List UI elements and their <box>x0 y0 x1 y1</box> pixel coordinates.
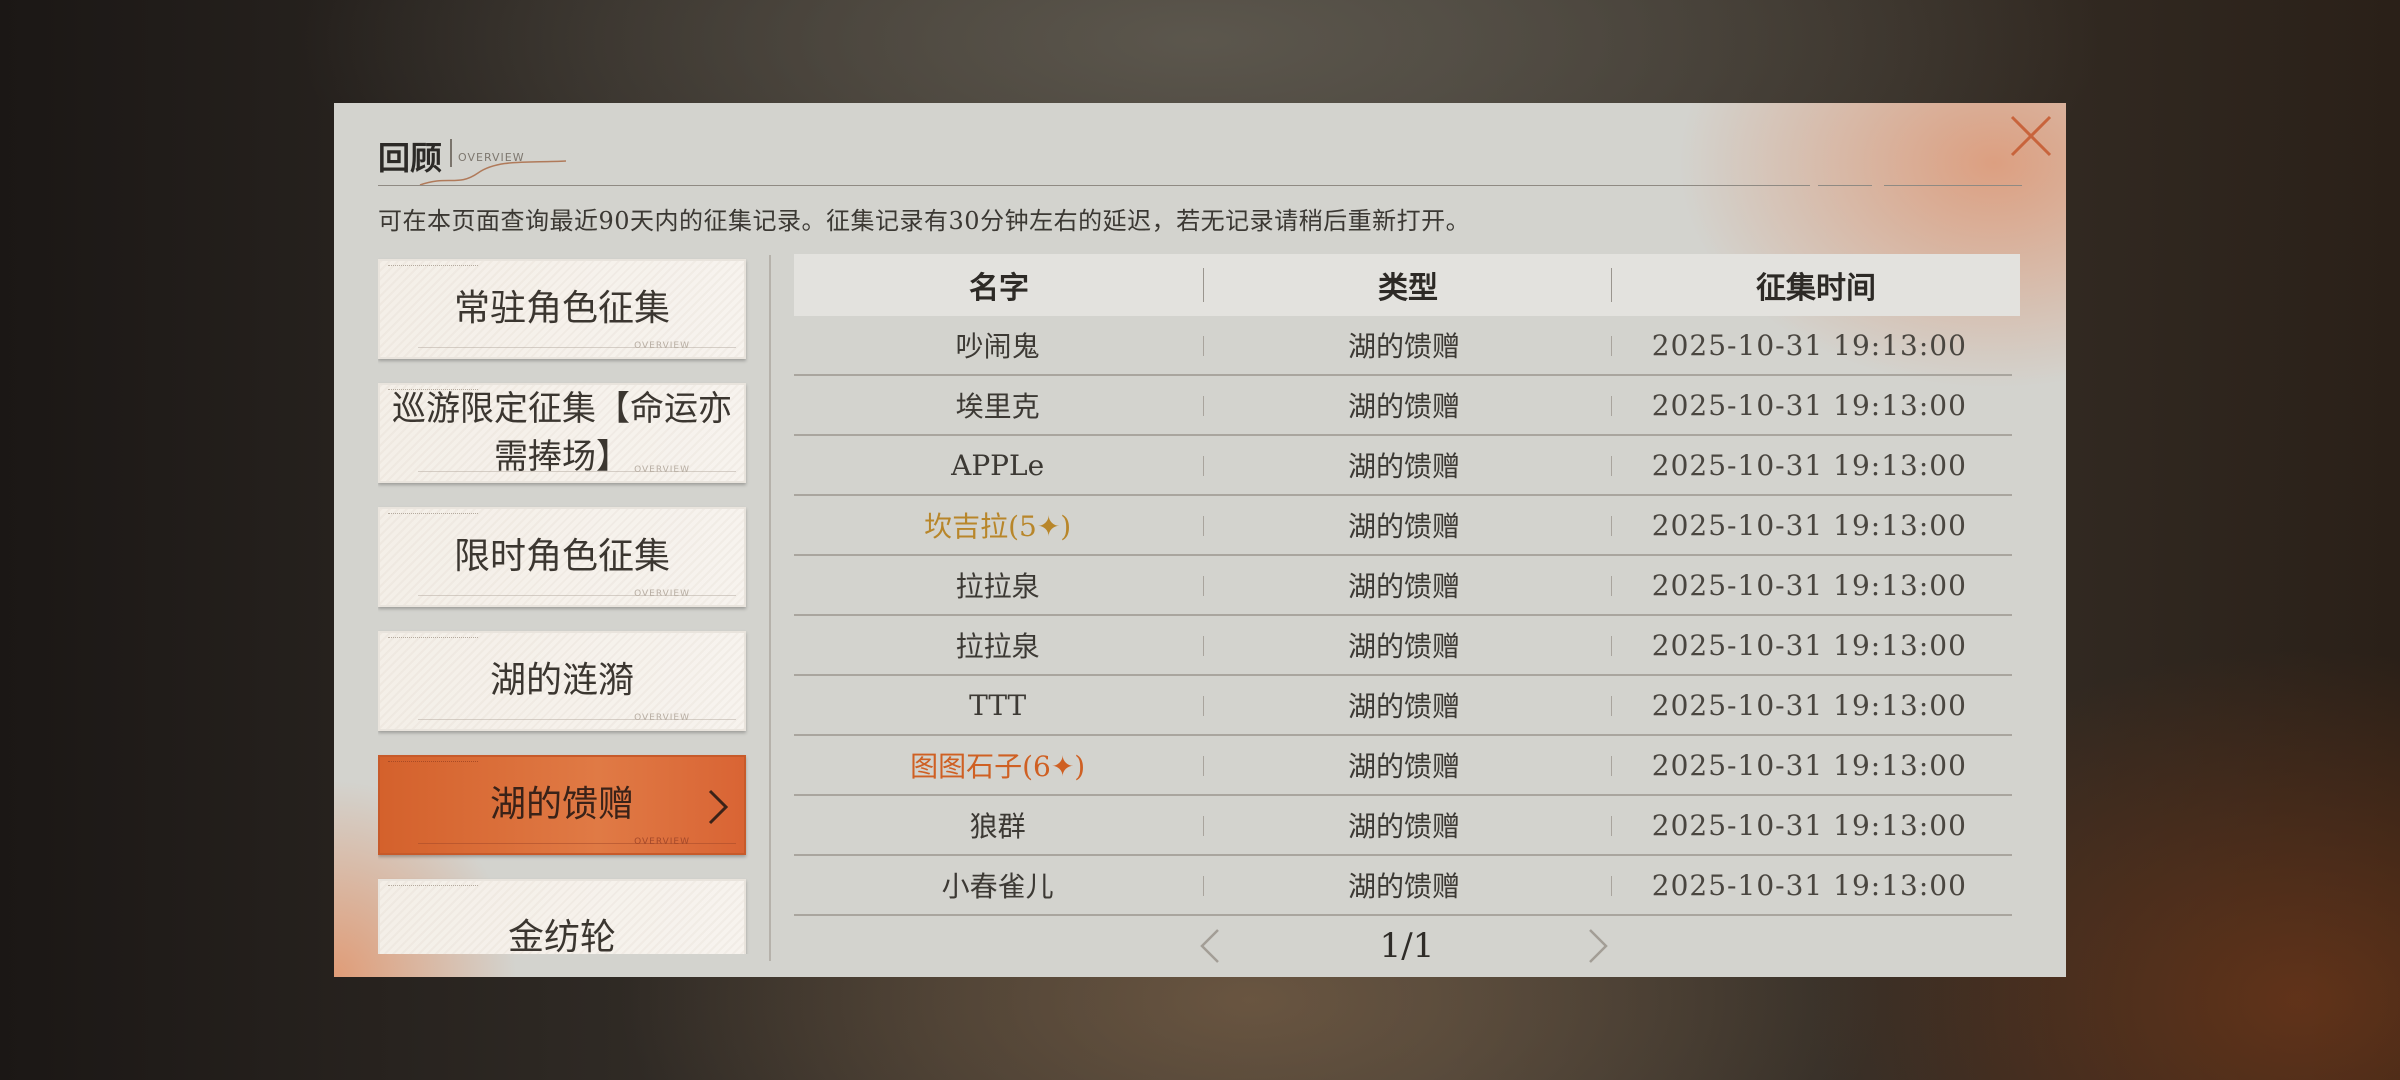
card-caption: OVERVIEW <box>634 465 690 475</box>
row-time: 2025-10-31 19:13:00 <box>1651 808 1967 842</box>
row-name: 埃里克 <box>955 390 1040 423</box>
row-time: 2025-10-31 19:13:00 <box>1651 508 1967 542</box>
column-separator <box>1611 268 1612 302</box>
table-row: APPLe 湖的馈赠 2025-10-31 19:13:00 <box>794 436 2012 496</box>
column-separator <box>1203 816 1204 836</box>
row-time: 2025-10-31 19:13:00 <box>1651 628 1967 662</box>
column-separator <box>1203 516 1204 536</box>
sidebar-item-lake-gift[interactable]: 湖的馈赠 OVERVIEW <box>378 755 746 855</box>
chevron-right-icon <box>708 789 729 825</box>
table-row: 拉拉泉 湖的馈赠 2025-10-31 19:13:00 <box>794 616 2012 676</box>
page-indicator: 1/1 <box>1379 926 1435 966</box>
header-rule <box>1818 185 1872 186</box>
column-separator <box>1203 756 1204 776</box>
column-separator <box>1611 576 1612 596</box>
column-separator <box>1611 336 1612 356</box>
notice-text: 可在本页面查询最近90天内的征集记录。征集记录有30分钟左右的延迟，若无记录请稍… <box>378 207 1471 235</box>
row-time: 2025-10-31 19:13:00 <box>1651 868 1967 902</box>
table-row: TTT 湖的馈赠 2025-10-31 19:13:00 <box>794 676 2012 736</box>
column-separator <box>1203 456 1204 476</box>
column-separator <box>1611 876 1612 896</box>
row-time: 2025-10-31 19:13:00 <box>1651 568 1967 602</box>
row-time: 2025-10-31 19:13:00 <box>1651 688 1967 722</box>
column-separator <box>1203 336 1204 356</box>
banner-sidebar: 常驻角色征集 OVERVIEW 巡游限定征集【命运亦需捧场】 OVERVIEW … <box>378 255 762 954</box>
row-name: 图图石子(6✦) <box>910 750 1086 783</box>
sidebar-item-limited-character[interactable]: 限时角色征集 OVERVIEW <box>378 507 746 607</box>
column-header-time: 征集时间 <box>1756 271 1876 306</box>
card-caption: OVERVIEW <box>634 837 690 847</box>
column-separator <box>1611 396 1612 416</box>
sidebar-item-label: 金纺轮 <box>507 917 616 954</box>
row-name: 吵闹鬼 <box>955 330 1040 363</box>
row-type: 湖的馈赠 <box>1347 630 1460 663</box>
table-row: 拉拉泉 湖的馈赠 2025-10-31 19:13:00 <box>794 556 2012 616</box>
pagination: 1/1 <box>794 918 2020 974</box>
sidebar-divider <box>769 255 771 961</box>
overview-panel: 回顾 OVERVIEW 可在本页面查询最近90天内的征集记录。征集记录有30分钟… <box>334 103 2066 977</box>
card-caption: OVERVIEW <box>634 589 690 599</box>
table-row: 狼群 湖的馈赠 2025-10-31 19:13:00 <box>794 796 2012 856</box>
header-rule <box>1884 185 2022 186</box>
table-row: 吵闹鬼 湖的馈赠 2025-10-31 19:13:00 <box>794 316 2012 376</box>
column-separator <box>1611 696 1612 716</box>
table-row: 图图石子(6✦) 湖的馈赠 2025-10-31 19:13:00 <box>794 736 2012 796</box>
column-separator <box>1611 456 1612 476</box>
card-caption: OVERVIEW <box>634 341 690 351</box>
records-table: 名字 类型 征集时间 吵闹鬼 湖的馈赠 2025-10-31 19:13:00 … <box>794 254 2020 974</box>
column-separator <box>1611 516 1612 536</box>
column-separator <box>1203 576 1204 596</box>
row-name: 拉拉泉 <box>955 630 1040 663</box>
row-time: 2025-10-31 19:13:00 <box>1651 448 1967 482</box>
column-separator <box>1203 268 1204 302</box>
row-name: APPLe <box>951 448 1045 482</box>
header-rule <box>378 185 1810 186</box>
column-header-type: 类型 <box>1378 271 1438 306</box>
column-header-name: 名字 <box>969 271 1029 306</box>
prev-page-button[interactable] <box>1194 926 1224 966</box>
row-name: 拉拉泉 <box>955 570 1040 603</box>
row-type: 湖的馈赠 <box>1347 810 1460 843</box>
table-header: 名字 类型 征集时间 <box>794 254 2020 316</box>
row-type: 湖的馈赠 <box>1347 570 1460 603</box>
row-type: 湖的馈赠 <box>1347 690 1460 723</box>
sidebar-item-standard[interactable]: 常驻角色征集 OVERVIEW <box>378 259 746 359</box>
row-type: 湖的馈赠 <box>1347 390 1460 423</box>
column-separator <box>1203 696 1204 716</box>
panel-header: 回顾 OVERVIEW <box>378 129 2038 199</box>
sidebar-item-lake-ripples[interactable]: 湖的涟漪 OVERVIEW <box>378 631 746 731</box>
row-name: 狼群 <box>969 810 1026 843</box>
sidebar-item-tour-limited[interactable]: 巡游限定征集【命运亦需捧场】 OVERVIEW <box>378 383 746 483</box>
table-row: 小春雀儿 湖的馈赠 2025-10-31 19:13:00 <box>794 856 2012 916</box>
column-separator <box>1203 636 1204 656</box>
row-type: 湖的馈赠 <box>1347 330 1460 363</box>
column-separator <box>1203 396 1204 416</box>
row-time: 2025-10-31 19:13:00 <box>1651 388 1967 422</box>
table-row: 坎吉拉(5✦) 湖的馈赠 2025-10-31 19:13:00 <box>794 496 2012 556</box>
row-type: 湖的馈赠 <box>1347 450 1460 483</box>
table-row: 埃里克 湖的馈赠 2025-10-31 19:13:00 <box>794 376 2012 436</box>
row-type: 湖的馈赠 <box>1347 510 1460 543</box>
card-caption: OVERVIEW <box>634 713 690 723</box>
chevron-left-icon <box>1200 929 1219 963</box>
next-page-button[interactable] <box>1584 926 1614 966</box>
row-time: 2025-10-31 19:13:00 <box>1651 328 1967 362</box>
chevron-right-icon <box>1589 929 1608 963</box>
row-name: TTT <box>969 688 1027 722</box>
table-body: 吵闹鬼 湖的馈赠 2025-10-31 19:13:00 埃里克 湖的馈赠 20… <box>794 316 2012 916</box>
row-name: 小春雀儿 <box>941 870 1054 903</box>
column-separator <box>1611 636 1612 656</box>
row-time: 2025-10-31 19:13:00 <box>1651 748 1967 782</box>
row-type: 湖的馈赠 <box>1347 870 1460 903</box>
row-name: 坎吉拉(5✦) <box>924 510 1072 543</box>
column-separator <box>1611 816 1612 836</box>
sidebar-item-golden-wheel[interactable]: 金纺轮 <box>378 879 746 954</box>
column-separator <box>1203 876 1204 896</box>
column-separator <box>1611 756 1612 776</box>
row-type: 湖的馈赠 <box>1347 750 1460 783</box>
